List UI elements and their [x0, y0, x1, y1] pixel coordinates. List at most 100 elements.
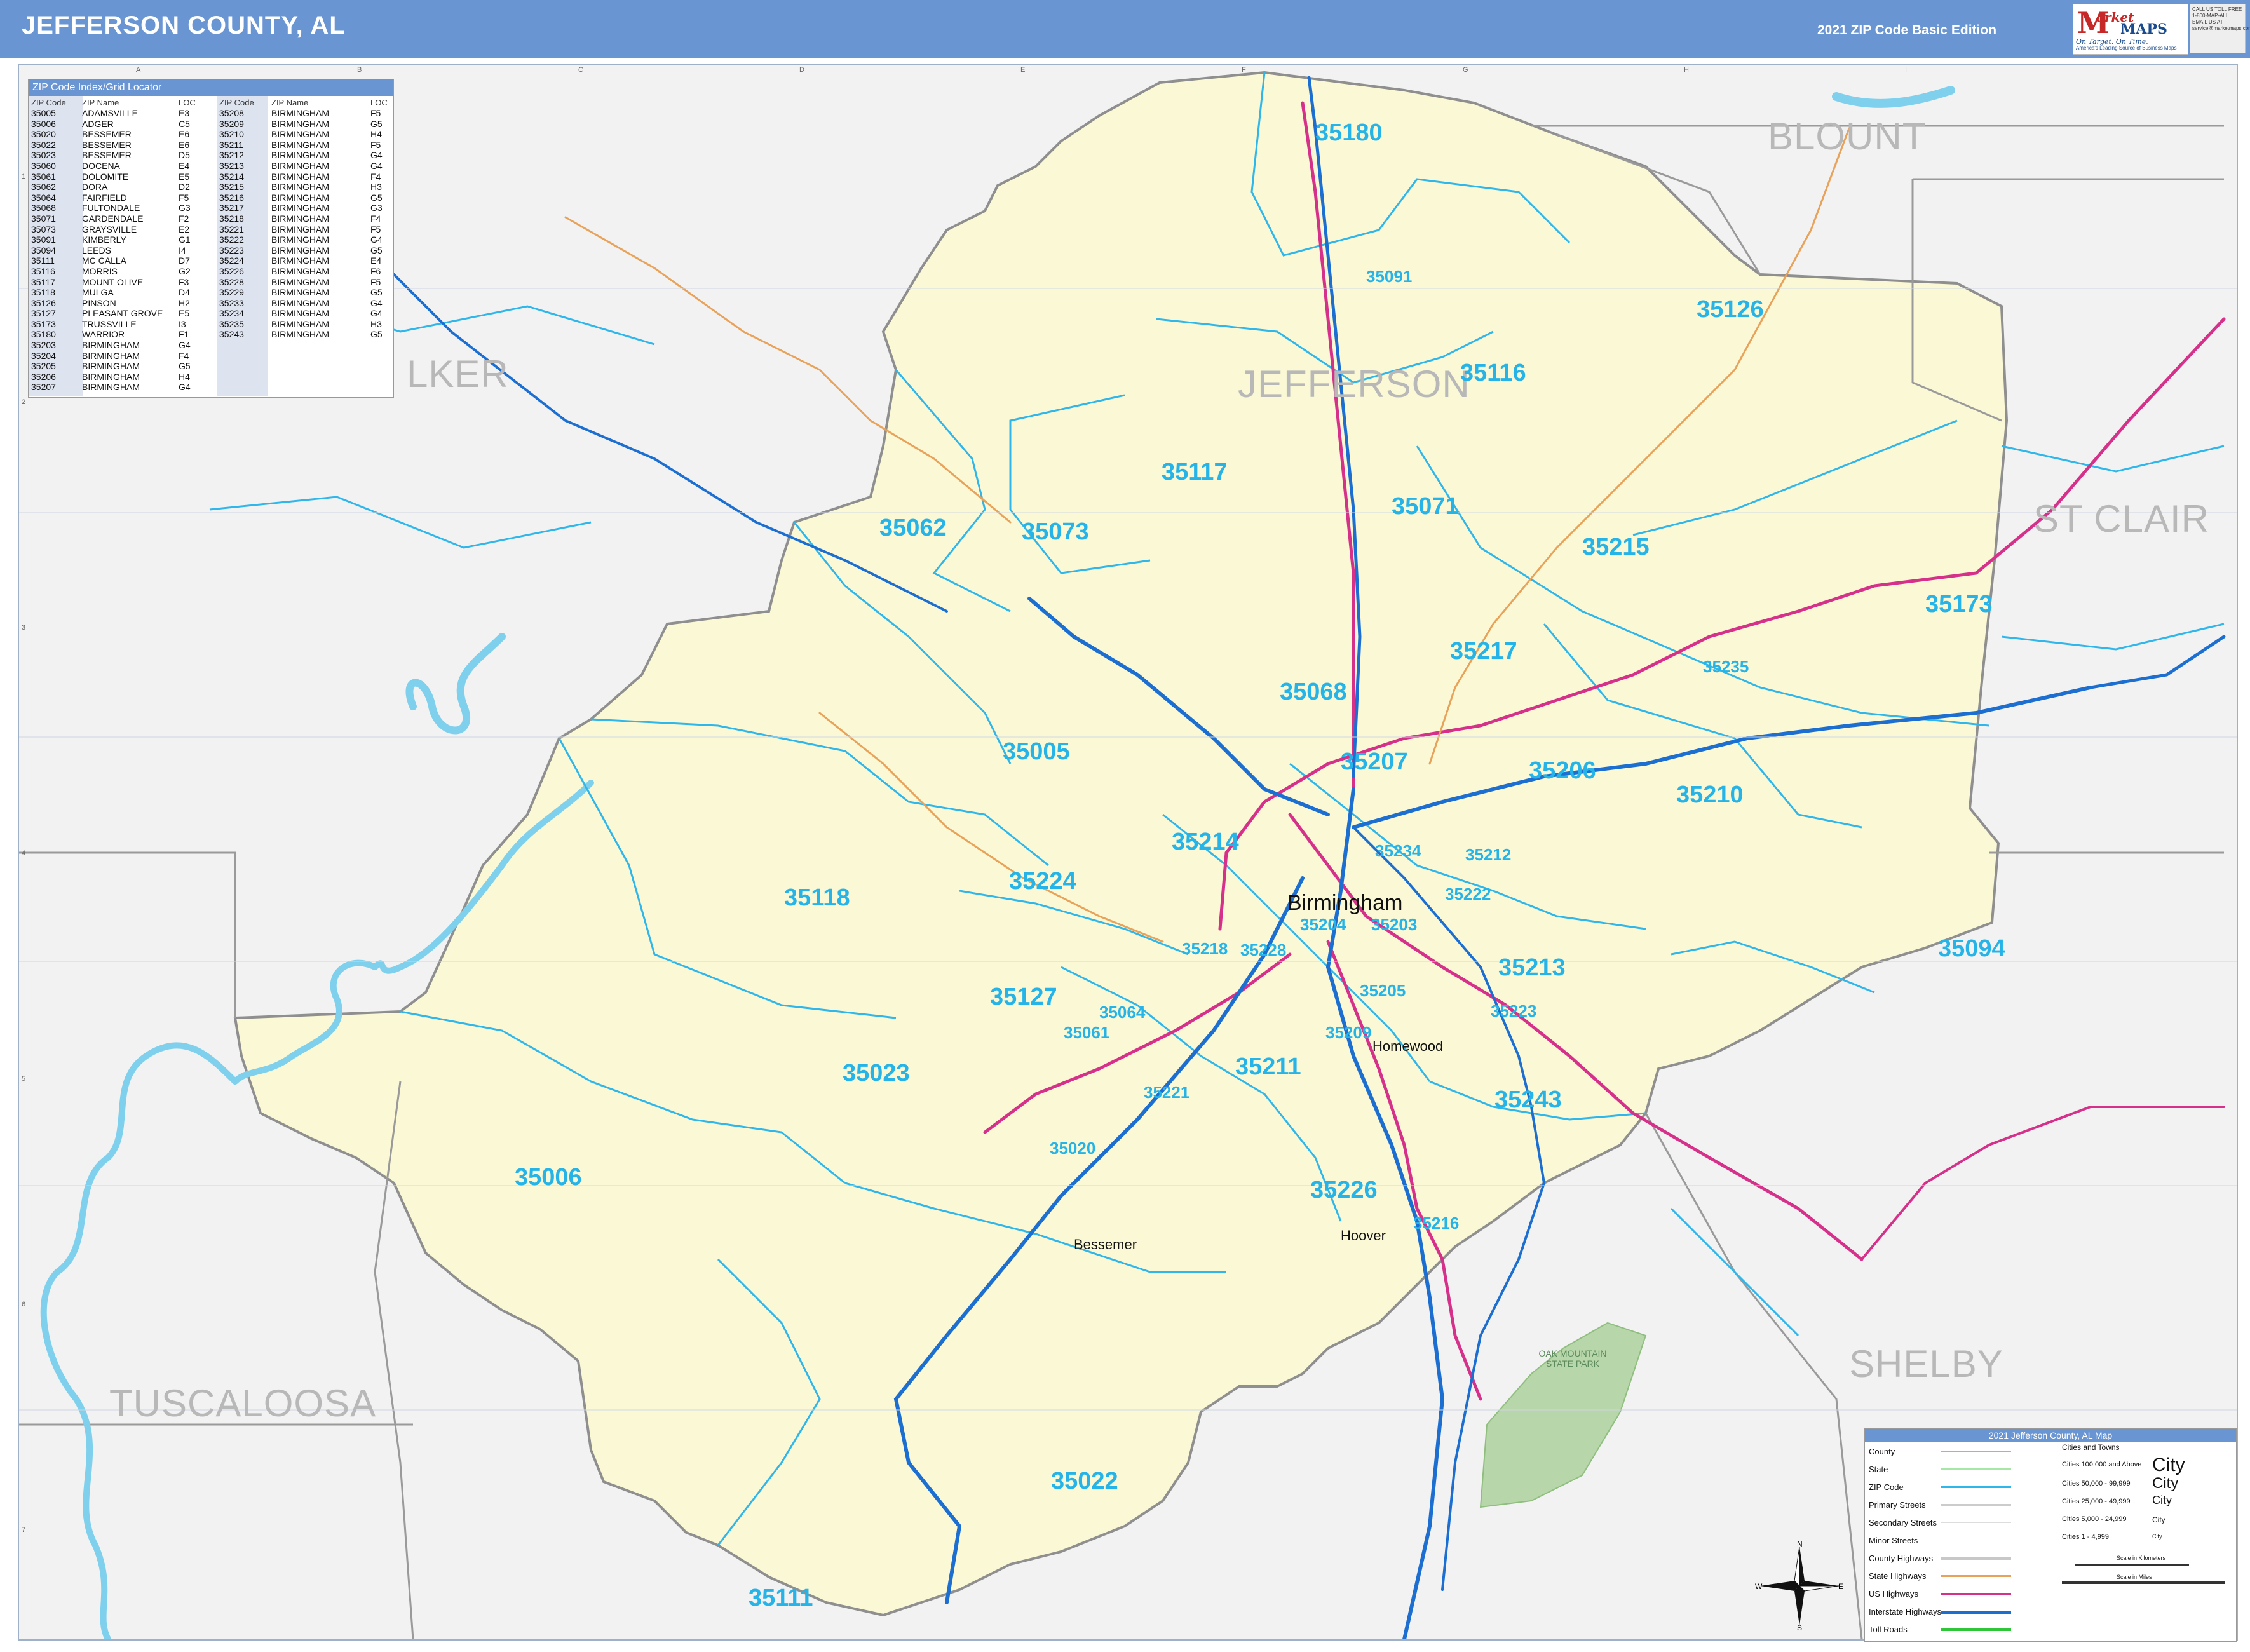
zip-index-cell: BIRMINGHAM [82, 382, 140, 393]
zip-index-cell: BESSEMER [82, 139, 132, 150]
zip-label[interactable]: 35213 [1498, 954, 1566, 982]
zip-label[interactable]: 35206 [1529, 757, 1596, 785]
zip-label[interactable]: 35073 [1022, 518, 1089, 546]
zip-label[interactable]: 35216 [1413, 1214, 1459, 1233]
zip-index-cell: MORRIS [82, 266, 118, 276]
map-title: JEFFERSON COUNTY, AL [22, 11, 346, 39]
zip-label[interactable]: 35062 [879, 515, 947, 542]
grid-letter: C [578, 66, 583, 74]
zip-index-cell: F6 [370, 266, 381, 276]
zip-label[interactable]: 35022 [1051, 1468, 1118, 1495]
zip-index-cell: 35203 [31, 340, 56, 351]
city-label-birmingham[interactable]: Birmingham [1287, 891, 1402, 916]
zip-label[interactable]: 35215 [1582, 534, 1650, 561]
zip-label[interactable]: 35094 [1938, 935, 2005, 963]
zip-label[interactable]: 35118 [784, 884, 850, 912]
zip-code-column: ZIP Code 35208 35209 35210 35211 35212 35213 3… [219, 97, 254, 340]
zip-index-cell: F4 [370, 171, 381, 182]
zip-index-cell: 35061 [31, 171, 56, 182]
zip-index-panel: ZIP Code Index/Grid Locator ZIP Code 350… [28, 79, 394, 398]
grid-number: 5 [22, 1075, 26, 1083]
grid-number: 2 [22, 398, 26, 406]
zip-index-cell: BIRMINGHAM [271, 213, 329, 224]
zip-label[interactable]: 35210 [1676, 782, 1744, 809]
zip-label[interactable]: 35117 [1162, 459, 1228, 486]
legend-row: US Highways [1869, 1585, 1918, 1603]
contact-line: service@marketmaps.com [2192, 25, 2250, 31]
zip-label[interactable]: 35071 [1392, 493, 1459, 520]
grid-letter: G [1463, 66, 1468, 74]
zip-label[interactable]: 35068 [1280, 679, 1347, 706]
zip-label[interactable]: 35204 [1300, 915, 1346, 935]
zip-label[interactable]: 35207 [1341, 748, 1408, 776]
legend-row: Interstate Highways [1869, 1603, 1941, 1621]
zip-label[interactable]: 35180 [1315, 119, 1383, 147]
zip-index-cell: BIRMINGHAM [271, 308, 329, 319]
contact-line: CALL US TOLL FREE [2192, 6, 2242, 12]
compass-s: S [1797, 1623, 1802, 1630]
grid-letter: D [799, 66, 804, 74]
city-label-hoover[interactable]: Hoover [1341, 1228, 1386, 1244]
zip-label[interactable]: 35223 [1491, 1001, 1536, 1021]
zip-label[interactable]: 35221 [1144, 1083, 1189, 1102]
zip-index-cell: MOUNT OLIVE [82, 276, 144, 287]
zip-label[interactable]: 35064 [1099, 1003, 1145, 1022]
zip-index-cell: 35020 [31, 129, 56, 140]
zip-index-cell: E4 [370, 255, 382, 266]
zip-label[interactable]: 35222 [1445, 884, 1491, 904]
legend-city-class: Cities 100,000 and Above [2062, 1461, 2142, 1468]
column-header: ZIP Code [219, 98, 254, 107]
zip-index-cell: TRUSSVILLE [82, 318, 137, 329]
zip-index-cell: BIRMINGHAM [82, 361, 140, 372]
zip-index-cell: MC CALLA [82, 255, 127, 266]
zip-index-cell: F5 [370, 224, 381, 234]
zip-index-cell: 35006 [31, 118, 56, 129]
legend-city-sample-xs: City [2152, 1533, 2162, 1540]
zip-index-cell: 35118 [31, 287, 55, 298]
zip-label[interactable]: 35203 [1371, 915, 1417, 935]
zip-label[interactable]: 35127 [990, 984, 1057, 1011]
zip-label[interactable]: 35212 [1465, 845, 1511, 865]
zip-label[interactable]: 35228 [1240, 940, 1286, 960]
zip-index-cell: PINSON [82, 297, 116, 308]
zip-index-cell: 35207 [31, 382, 56, 393]
zip-label[interactable]: 35005 [1003, 738, 1070, 766]
zip-label[interactable]: 35023 [843, 1060, 910, 1087]
legend-city-class: Cities 50,000 - 99,999 [2062, 1480, 2131, 1487]
zip-index-cell: BESSEMER [82, 150, 132, 161]
city-label-bessemer[interactable]: Bessemer [1074, 1236, 1137, 1253]
city-label-homewood[interactable]: Homewood [1372, 1038, 1443, 1055]
zip-label[interactable]: 35020 [1050, 1139, 1095, 1158]
zip-label[interactable]: 35214 [1172, 829, 1239, 856]
zip-label[interactable]: 35126 [1697, 296, 1764, 323]
legend-row: County [1869, 1443, 1895, 1461]
zip-label[interactable]: 35209 [1325, 1023, 1371, 1043]
zip-index-title: ZIP Code Index/Grid Locator [29, 79, 393, 96]
zip-index-cell: H2 [179, 297, 190, 308]
grid-letter: F [1242, 66, 1246, 74]
zip-index-table: ZIP Code 35005 35006 35020 35022 35023 35060 3… [29, 96, 393, 396]
zip-label[interactable]: 35235 [1703, 657, 1749, 677]
edition-label: 2021 ZIP Code Basic Edition [1817, 23, 1997, 37]
zip-label[interactable]: 35218 [1182, 939, 1228, 959]
zip-label[interactable]: 35226 [1310, 1177, 1378, 1204]
zip-label[interactable]: 35006 [515, 1164, 582, 1191]
legend-row-label: Interstate Highways [1869, 1607, 1942, 1616]
zip-index-cell: G4 [179, 382, 191, 393]
contact-line: 1-800-MAP-ALL [2192, 13, 2229, 18]
zip-label[interactable]: 35091 [1366, 267, 1412, 287]
zip-label[interactable]: 35217 [1450, 638, 1517, 665]
zip-label[interactable]: 35205 [1360, 981, 1406, 1001]
zip-label[interactable]: 35111 [749, 1585, 813, 1612]
zip-label[interactable]: 35224 [1009, 868, 1076, 895]
zip-label[interactable]: 35173 [1925, 591, 1993, 618]
market-maps-logo: M arket MAPS On Target. On Time. America… [2073, 4, 2188, 55]
zip-label[interactable]: 35116 [1460, 360, 1526, 387]
zip-index-cell: 35228 [219, 276, 244, 287]
zip-label[interactable]: 35061 [1064, 1023, 1109, 1043]
zip-label[interactable]: 35234 [1375, 841, 1421, 861]
zip-label[interactable]: 35211 [1235, 1053, 1301, 1081]
grid-number: 6 [22, 1301, 26, 1308]
zip-index-cell: G3 [370, 203, 383, 213]
zip-label[interactable]: 35243 [1494, 1087, 1562, 1114]
